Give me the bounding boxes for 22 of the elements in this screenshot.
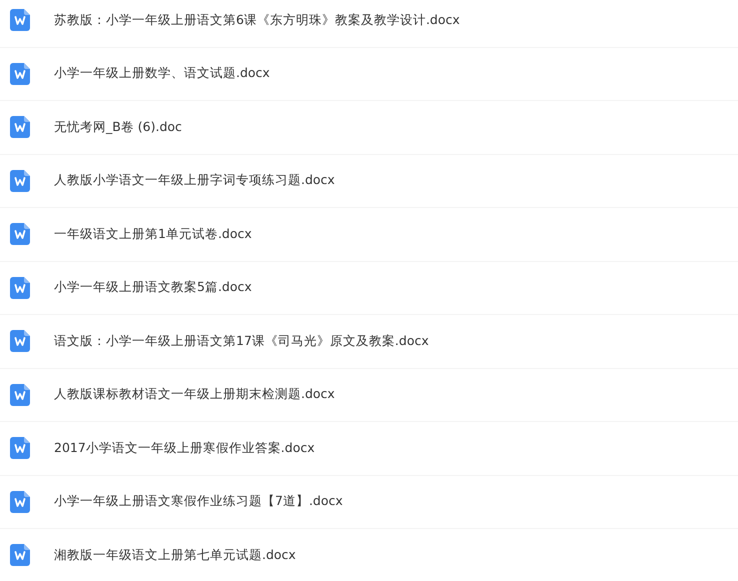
file-name[interactable]: 语文版：小学一年级上册语文第17课《司马光》原文及教案.docx	[54, 332, 429, 350]
file-name[interactable]: 湘教版一年级语文上册第七单元试题.docx	[54, 546, 296, 564]
file-name[interactable]: 一年级语文上册第1单元试卷.docx	[54, 226, 252, 243]
file-name[interactable]: 人教版小学语文一年级上册字词专项练习题.docx	[54, 172, 335, 190]
file-name[interactable]: 小学一年级上册语文教案5篇.docx	[54, 279, 252, 296]
word-document-icon	[10, 330, 30, 352]
file-name[interactable]: 小学一年级上册语文寒假作业练习题【7道】.docx	[54, 493, 343, 510]
word-document-icon	[10, 490, 30, 513]
word-document-icon	[10, 116, 30, 138]
word-document-icon	[10, 384, 30, 406]
file-name[interactable]: 小学一年级上册数学、语文试题.docx	[54, 65, 270, 82]
word-document-icon	[10, 544, 30, 566]
word-document-icon	[10, 223, 30, 246]
file-name[interactable]: 人教版课标教材语文一年级上册期末检测题.docx	[54, 386, 335, 404]
word-document-icon	[10, 170, 30, 192]
word-document-icon	[10, 9, 30, 32]
file-name[interactable]: 苏教版：小学一年级上册语文第6课《东方明珠》教案及教学设计.docx	[54, 12, 460, 29]
file-name[interactable]: 2017小学语文一年级上册寒假作业答案.docx	[54, 440, 315, 457]
word-document-icon	[10, 62, 30, 85]
file-name[interactable]: 无忧考网_B卷 (6).doc	[54, 118, 182, 136]
word-document-icon	[10, 437, 30, 460]
word-document-icon	[10, 276, 30, 299]
